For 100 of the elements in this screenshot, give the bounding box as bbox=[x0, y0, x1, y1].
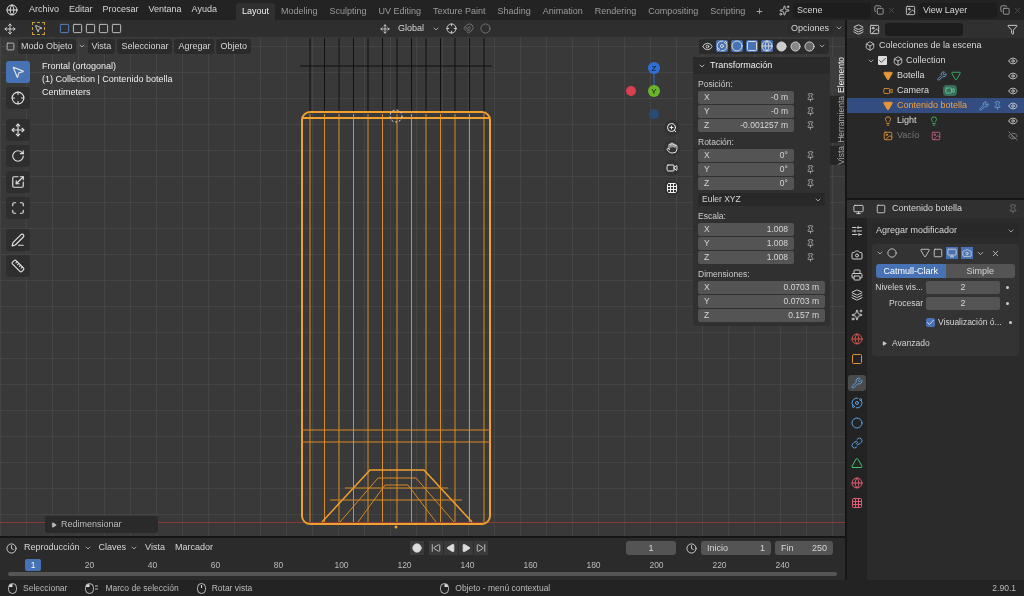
outliner-row[interactable]: Light bbox=[847, 113, 1024, 128]
workspace-tab[interactable]: Animation bbox=[536, 3, 589, 20]
rotate-tool-icon[interactable] bbox=[6, 145, 30, 167]
menu-item[interactable]: Editar bbox=[64, 3, 98, 17]
caret-icon[interactable] bbox=[818, 42, 826, 50]
workspace-tab[interactable]: Sculpting bbox=[323, 3, 373, 20]
eye-closed-icon[interactable] bbox=[1008, 130, 1018, 141]
transform-tool-icon[interactable] bbox=[6, 197, 30, 219]
mode-icon[interactable] bbox=[6, 41, 15, 51]
menu-item[interactable]: Claves bbox=[95, 541, 130, 555]
xray-icon[interactable] bbox=[746, 40, 758, 52]
link-icon[interactable] bbox=[848, 435, 866, 451]
selection-mode-icon[interactable] bbox=[85, 23, 96, 34]
workspace-tab[interactable]: Scripting bbox=[704, 3, 752, 20]
selection-mode-icon[interactable] bbox=[98, 23, 109, 34]
number-field[interactable]: Z 0.157 m bbox=[698, 309, 825, 322]
scrollbar[interactable] bbox=[8, 572, 837, 576]
collapse-icon[interactable] bbox=[876, 249, 884, 257]
layers-icon[interactable] bbox=[848, 287, 866, 303]
navigation-gizmo-drawing[interactable]: Z Y bbox=[624, 61, 686, 125]
menu-item[interactable]: Agregar bbox=[174, 38, 215, 54]
number-field[interactable]: Y -0 m bbox=[698, 105, 794, 118]
particles-tab-icon[interactable] bbox=[848, 395, 866, 411]
printer-icon[interactable] bbox=[848, 267, 866, 283]
wrench-icon[interactable] bbox=[848, 375, 866, 391]
number-field[interactable]: Z -0.001257 m bbox=[698, 119, 794, 132]
visibility-icon[interactable] bbox=[702, 40, 713, 52]
outliner-row[interactable]: Botella bbox=[847, 68, 1024, 83]
light-data-icon[interactable] bbox=[928, 115, 939, 126]
menu-item[interactable]: Seleccionar bbox=[117, 38, 173, 54]
pan-hand-icon[interactable] bbox=[664, 140, 680, 156]
orientation-dropdown[interactable]: Global bbox=[396, 21, 426, 36]
eye-icon[interactable] bbox=[1008, 85, 1018, 96]
expand-icon[interactable] bbox=[51, 521, 57, 528]
wireframe-shading-icon[interactable] bbox=[761, 40, 773, 52]
current-frame-field[interactable]: 1 bbox=[626, 541, 676, 555]
number-field[interactable]: X 0.0703 m bbox=[698, 281, 825, 294]
editor-type-icon[interactable] bbox=[6, 542, 17, 554]
checkbox[interactable] bbox=[926, 317, 935, 327]
jump-end-icon[interactable] bbox=[473, 541, 488, 555]
clock-icon[interactable] bbox=[686, 542, 697, 554]
eye-icon[interactable] bbox=[1008, 55, 1018, 66]
number-field[interactable]: Y 1.008 bbox=[698, 237, 794, 250]
workspace-tab[interactable]: UV Editing bbox=[372, 3, 428, 20]
eye-icon[interactable] bbox=[1008, 115, 1018, 126]
copy-icon[interactable] bbox=[874, 5, 884, 15]
zoom-icon[interactable] bbox=[664, 120, 680, 136]
options-dropdown[interactable]: Opciones bbox=[786, 21, 833, 35]
number-field[interactable]: Y 0° bbox=[698, 163, 794, 176]
menu-item[interactable]: Vista bbox=[87, 38, 116, 54]
number-field[interactable]: X -0 m bbox=[698, 91, 794, 104]
selection-mode-icon[interactable] bbox=[111, 23, 122, 34]
world-tab-icon[interactable] bbox=[848, 331, 866, 347]
number-field[interactable]: X 0° bbox=[698, 149, 794, 162]
rendered-shading-icon[interactable] bbox=[804, 40, 815, 52]
filter-view-icon[interactable] bbox=[869, 23, 880, 35]
scale-tool-icon[interactable] bbox=[6, 171, 30, 193]
tree-item[interactable]: Collection bbox=[906, 53, 946, 68]
cage-icon[interactable] bbox=[933, 248, 943, 258]
menu-item[interactable]: Procesar bbox=[97, 3, 144, 17]
scene-icon[interactable] bbox=[779, 4, 790, 16]
checkbox[interactable] bbox=[878, 56, 887, 65]
render-tab-icon[interactable] bbox=[848, 247, 866, 263]
view-layer-icon[interactable] bbox=[905, 4, 916, 16]
display-mode-icon[interactable] bbox=[853, 23, 864, 35]
subpanel-title[interactable]: Avanzado bbox=[892, 336, 930, 350]
select-tool-icon[interactable] bbox=[6, 61, 30, 83]
outliner-row[interactable]: Contenido botella bbox=[847, 98, 1024, 113]
subdivision-type-tab[interactable]: Simple bbox=[945, 264, 1015, 278]
menu-item[interactable]: Ayuda bbox=[186, 3, 222, 17]
caret-icon[interactable] bbox=[835, 24, 843, 32]
number-field[interactable]: 2 bbox=[926, 297, 1000, 310]
workspace-tab[interactable]: Rendering bbox=[588, 3, 643, 20]
ruler-icon[interactable] bbox=[6, 255, 30, 277]
annotate-tool-icon[interactable] bbox=[6, 229, 30, 251]
caret-icon[interactable] bbox=[83, 544, 92, 552]
selection-mode-icon[interactable] bbox=[59, 23, 70, 34]
menu-item[interactable]: Objeto bbox=[216, 38, 251, 54]
orientation-icon[interactable] bbox=[380, 23, 390, 34]
camera-view-icon[interactable] bbox=[664, 160, 680, 176]
menu-item[interactable]: Vista bbox=[142, 541, 168, 555]
end-frame-field[interactable]: Fin 250 bbox=[775, 541, 833, 555]
tree-item[interactable]: Colecciones de la escena bbox=[879, 38, 982, 53]
image-data-icon[interactable] bbox=[931, 130, 942, 141]
material-shading-icon[interactable] bbox=[790, 40, 801, 52]
play-icon[interactable] bbox=[458, 541, 473, 555]
move-tool-icon[interactable] bbox=[6, 119, 30, 141]
workspace-tab[interactable]: Compositing bbox=[642, 3, 705, 20]
number-field[interactable]: Z 0° bbox=[698, 177, 794, 190]
close-icon[interactable] bbox=[991, 248, 1000, 258]
overlay-toggle-icon[interactable] bbox=[731, 40, 743, 52]
jump-start-icon[interactable] bbox=[428, 541, 443, 555]
wrench-icon[interactable] bbox=[936, 70, 947, 81]
workspace-tab[interactable]: Texture Paint bbox=[427, 3, 492, 20]
caret-icon[interactable] bbox=[77, 42, 86, 50]
grid-icon[interactable] bbox=[664, 180, 680, 196]
editor-type-icon[interactable] bbox=[853, 203, 864, 215]
workspace-tab[interactable]: Shading bbox=[491, 3, 537, 20]
menu-item[interactable]: Ventana bbox=[143, 3, 187, 17]
camera-data-icon[interactable] bbox=[943, 85, 957, 96]
